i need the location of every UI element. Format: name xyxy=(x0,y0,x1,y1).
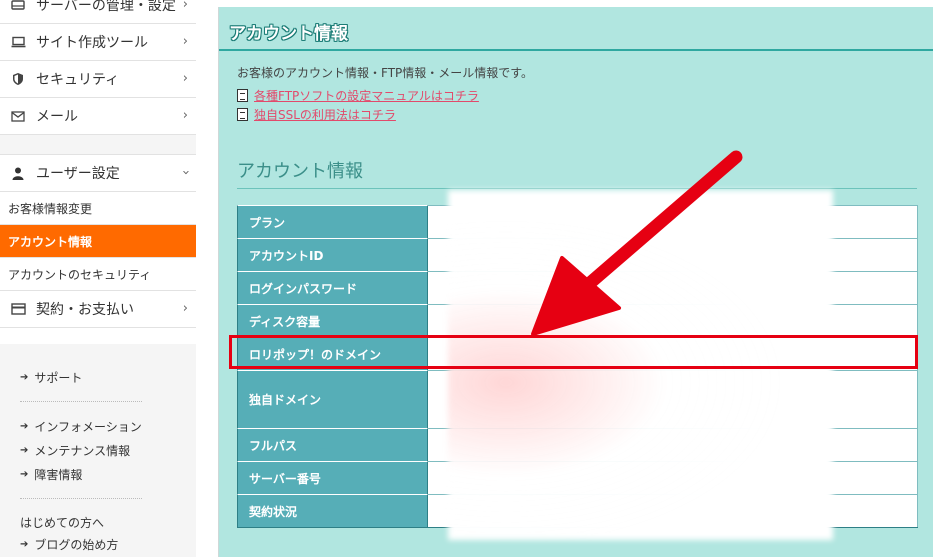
main-panel: アカウント情報 お客様のアカウント情報・FTP情報・メール情報です。 各種FTP… xyxy=(218,7,933,557)
divider xyxy=(20,498,142,499)
support-link[interactable]: ➔ サポート xyxy=(20,369,82,386)
row-label-custom-domain: 独自ドメイン xyxy=(237,370,428,428)
ssl-guide-label: 独自SSLの利用法はコチラ xyxy=(254,108,396,122)
document-icon xyxy=(237,108,248,121)
maintenance-link[interactable]: ➔ メンテナンス情報 xyxy=(20,442,130,459)
sub-item-account-info[interactable]: アカウント情報 xyxy=(0,225,196,258)
ssl-guide-link[interactable]: 独自SSLの利用法はコチラ xyxy=(237,106,396,123)
chevron-down-icon: › xyxy=(177,169,193,176)
highlight-box xyxy=(229,335,918,369)
row-label-full-path: フルパス xyxy=(237,428,428,461)
nav-mail[interactable]: メール › xyxy=(0,98,196,135)
server-icon xyxy=(10,0,26,13)
page-description: お客様のアカウント情報・FTP情報・メール情報です。 xyxy=(237,66,534,80)
nav-label: ユーザー設定 xyxy=(36,166,120,182)
arrow-right-icon: ➔ xyxy=(20,469,29,480)
row-label-plan: プラン xyxy=(237,205,428,238)
chevron-right-icon: › xyxy=(182,34,188,49)
beginner-link[interactable]: はじめての方へ xyxy=(20,514,104,531)
card-icon xyxy=(10,301,26,317)
nav-label: サイト作成ツール xyxy=(36,35,148,51)
section-heading: アカウント情報 xyxy=(237,161,363,182)
nav-spacer xyxy=(0,135,196,155)
blog-guide-label: ブログの始め方 xyxy=(34,538,119,552)
user-icon xyxy=(10,165,26,181)
sub-item-account-security[interactable]: アカウントのセキュリティ xyxy=(0,258,196,291)
arrow-right-icon: ➔ xyxy=(20,372,29,383)
information-link[interactable]: ➔ インフォメーション xyxy=(20,418,142,435)
row-label-contract-status: 契約状況 xyxy=(237,494,428,527)
section-divider xyxy=(237,188,917,189)
blog-guide-link[interactable]: ➔ ブログの始め方 xyxy=(20,536,118,553)
row-label-disk-capacity: ディスク容量 xyxy=(237,304,428,337)
nav-security[interactable]: セキュリティ › xyxy=(0,61,196,98)
sub-item-label: アカウントのセキュリティ xyxy=(8,267,152,282)
nav-server-settings[interactable]: サーバーの管理・設定 › xyxy=(0,0,196,24)
laptop-icon xyxy=(10,34,26,50)
sub-item-label: お客様情報変更 xyxy=(8,201,93,216)
support-label: サポート xyxy=(34,371,83,385)
row-label-server-number: サーバー番号 xyxy=(237,461,428,494)
divider xyxy=(20,401,142,402)
sub-item-label: アカウント情報 xyxy=(8,234,93,249)
nav-site-tools[interactable]: サイト作成ツール › xyxy=(0,24,196,61)
chevron-right-icon: › xyxy=(182,108,188,123)
sub-item-customer-info[interactable]: お客様情報変更 xyxy=(0,192,196,225)
nav-billing[interactable]: 契約・お支払い › xyxy=(0,291,196,328)
mail-icon xyxy=(10,108,26,124)
ftp-manual-link[interactable]: 各種FTPソフトの設定マニュアルはコチラ xyxy=(237,87,479,104)
shield-icon xyxy=(10,71,26,87)
maintenance-label: メンテナンス情報 xyxy=(34,444,131,458)
document-icon xyxy=(237,89,248,102)
support-section: ➔ サポート ➔ インフォメーション ➔ メンテナンス情報 ➔ 障害情報 はじめての方へ… xyxy=(0,344,196,557)
nav-label: セキュリティ xyxy=(36,72,120,88)
nav-label: メール xyxy=(36,109,78,125)
chevron-right-icon: › xyxy=(182,71,188,86)
sidebar: サーバーの管理・設定 › サイト作成ツール › セキュリティ › メール › ユ… xyxy=(0,0,196,557)
ftp-manual-label: 各種FTPソフトの設定マニュアルはコチラ xyxy=(254,89,479,103)
nav-label: サーバーの管理・設定 xyxy=(36,0,176,14)
page-title-bar: アカウント情報 xyxy=(219,7,933,51)
beginner-label: はじめての方へ xyxy=(20,516,105,530)
row-label-login-password: ログインパスワード xyxy=(237,271,428,304)
outage-link[interactable]: ➔ 障害情報 xyxy=(20,466,82,483)
row-label-account-id: アカウントID xyxy=(237,238,428,271)
outage-label: 障害情報 xyxy=(34,468,83,482)
arrow-right-icon: ➔ xyxy=(20,445,29,456)
information-label: インフォメーション xyxy=(34,420,142,434)
chevron-right-icon: › xyxy=(182,0,188,12)
arrow-right-icon: ➔ xyxy=(20,421,29,432)
chevron-right-icon: › xyxy=(182,301,188,316)
nav-user-settings[interactable]: ユーザー設定 › xyxy=(0,155,196,192)
page-title: アカウント情報 xyxy=(229,24,348,44)
arrow-right-icon: ➔ xyxy=(20,539,29,550)
nav-label: 契約・お支払い xyxy=(36,302,134,318)
